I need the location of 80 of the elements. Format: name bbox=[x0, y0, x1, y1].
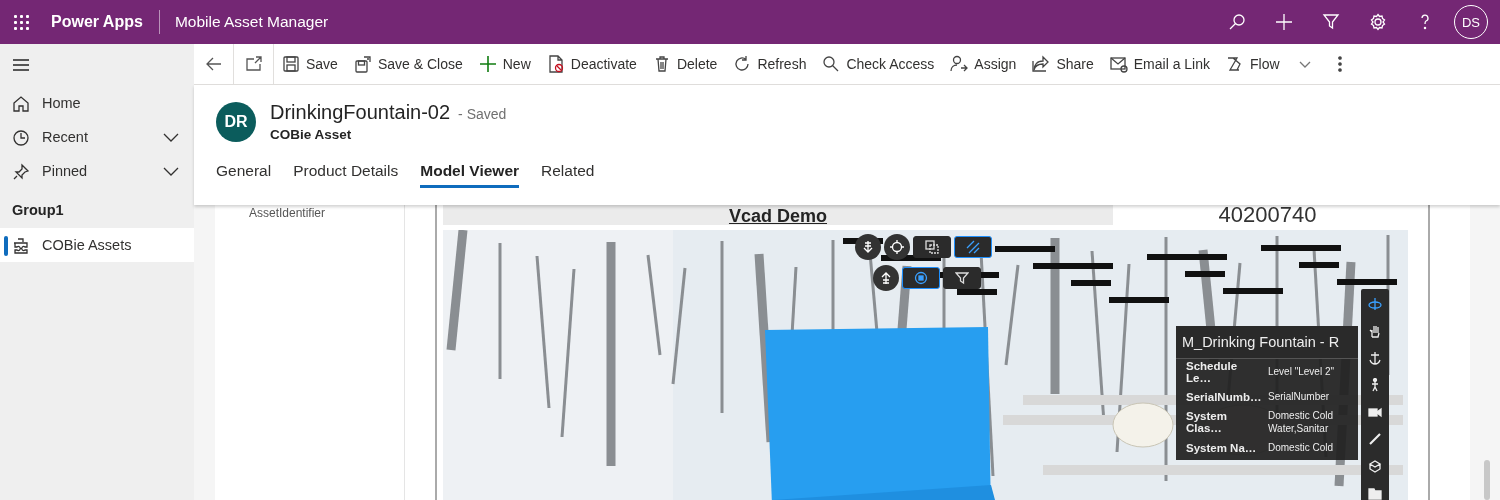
asset-number: 40200740 bbox=[1218, 205, 1317, 227]
property-value: Level "Level 2" bbox=[1268, 365, 1336, 378]
tab[interactable]: General bbox=[216, 162, 272, 188]
nav-label: Recent bbox=[42, 129, 89, 145]
document-icon bbox=[546, 55, 565, 73]
viewer-heading: Vcad Demo bbox=[728, 207, 827, 225]
isolate-icon bbox=[914, 271, 928, 285]
nav-item[interactable]: Home bbox=[0, 86, 194, 120]
filter-icon bbox=[955, 271, 969, 285]
level-down-icon bbox=[861, 240, 875, 254]
explode-icon bbox=[1368, 458, 1382, 473]
command-button[interactable]: Share bbox=[1024, 44, 1102, 84]
nav-label: Home bbox=[42, 95, 82, 111]
nav-item[interactable]: Recent bbox=[0, 120, 194, 154]
save-status: - Saved bbox=[458, 106, 507, 122]
property-value: SerialNumber bbox=[1268, 390, 1331, 403]
magnifier-icon bbox=[822, 55, 841, 73]
viewer-tool-button[interactable] bbox=[943, 267, 981, 289]
level-up-icon bbox=[879, 271, 893, 285]
back-arrow-icon bbox=[204, 55, 223, 73]
viewer-tool-button[interactable] bbox=[913, 236, 951, 258]
command-button[interactable]: Assign bbox=[942, 44, 1025, 84]
property-value: Domestic Cold Water,Sanitar bbox=[1268, 409, 1335, 435]
command-button[interactable]: Delete bbox=[644, 44, 726, 84]
refresh-icon bbox=[733, 55, 752, 73]
filter-icon bbox=[1321, 13, 1340, 31]
field-label: AssetIdentifier bbox=[249, 206, 327, 220]
scrollbar-thumb[interactable] bbox=[1484, 460, 1490, 500]
app-launcher-icon[interactable] bbox=[14, 14, 29, 30]
plus-icon bbox=[1274, 13, 1293, 31]
entity-name: COBie Asset bbox=[270, 127, 353, 142]
search-icon bbox=[1227, 13, 1246, 31]
nav-item[interactable]: Pinned bbox=[0, 154, 194, 188]
record-avatar: DR bbox=[216, 101, 256, 142]
command-button[interactable]: Email a Link bbox=[1101, 44, 1218, 84]
orbit-icon bbox=[1368, 296, 1382, 311]
command-button[interactable]: Deactivate bbox=[538, 44, 645, 84]
pan-icon bbox=[1368, 323, 1382, 338]
nav-item[interactable]: COBie Assets bbox=[0, 228, 194, 262]
nav-label: COBie Assets bbox=[42, 237, 133, 253]
person-icon bbox=[950, 55, 969, 73]
selection-indicator bbox=[4, 236, 8, 256]
settings-icon bbox=[1368, 13, 1387, 31]
property-value: Domestic Cold bbox=[1268, 441, 1335, 454]
save-close-icon bbox=[353, 55, 372, 73]
measure-icon bbox=[1368, 431, 1382, 446]
panel-title: M_Drinking Fountain - R bbox=[1176, 326, 1358, 359]
target-icon bbox=[890, 240, 904, 254]
brand-name: Power Apps bbox=[51, 10, 160, 34]
app-name: Mobile Asset Manager bbox=[174, 13, 329, 31]
command-button[interactable]: Flow bbox=[1218, 44, 1320, 84]
command-button[interactable]: Save bbox=[274, 44, 346, 84]
pin-icon bbox=[12, 162, 29, 180]
tab[interactable]: Model Viewer bbox=[420, 162, 520, 188]
property-name: System Clas… bbox=[1186, 410, 1228, 434]
home-icon bbox=[12, 94, 29, 112]
plus-icon bbox=[478, 55, 497, 73]
menu-icon[interactable] bbox=[12, 58, 30, 72]
property-name: System Na… bbox=[1186, 441, 1258, 454]
more-icon bbox=[1337, 55, 1342, 73]
command-button[interactable]: Check Access bbox=[814, 44, 943, 84]
property-name: SerialNumb… bbox=[1186, 390, 1263, 403]
nav-label: Pinned bbox=[42, 163, 89, 179]
folder-icon bbox=[1368, 485, 1382, 500]
pop-out-icon bbox=[244, 55, 263, 73]
group-heading: Group1 bbox=[11, 201, 65, 220]
anchor-icon bbox=[1368, 350, 1382, 365]
command-button[interactable]: Save & Close bbox=[345, 44, 471, 84]
hatch-icon bbox=[966, 240, 980, 254]
tab[interactable]: Related bbox=[541, 162, 595, 188]
save-icon bbox=[282, 55, 300, 73]
share-icon bbox=[1032, 55, 1051, 73]
property-name: Schedule Le… bbox=[1186, 359, 1239, 384]
command-button[interactable]: Refresh bbox=[725, 44, 815, 84]
command-button[interactable]: New bbox=[470, 44, 539, 84]
tab[interactable]: Product Details bbox=[293, 162, 399, 188]
record-title: DrinkingFountain-02 bbox=[270, 101, 451, 123]
clock-icon bbox=[12, 128, 29, 146]
envelope-icon bbox=[1109, 55, 1128, 73]
section-box-icon bbox=[925, 240, 939, 254]
